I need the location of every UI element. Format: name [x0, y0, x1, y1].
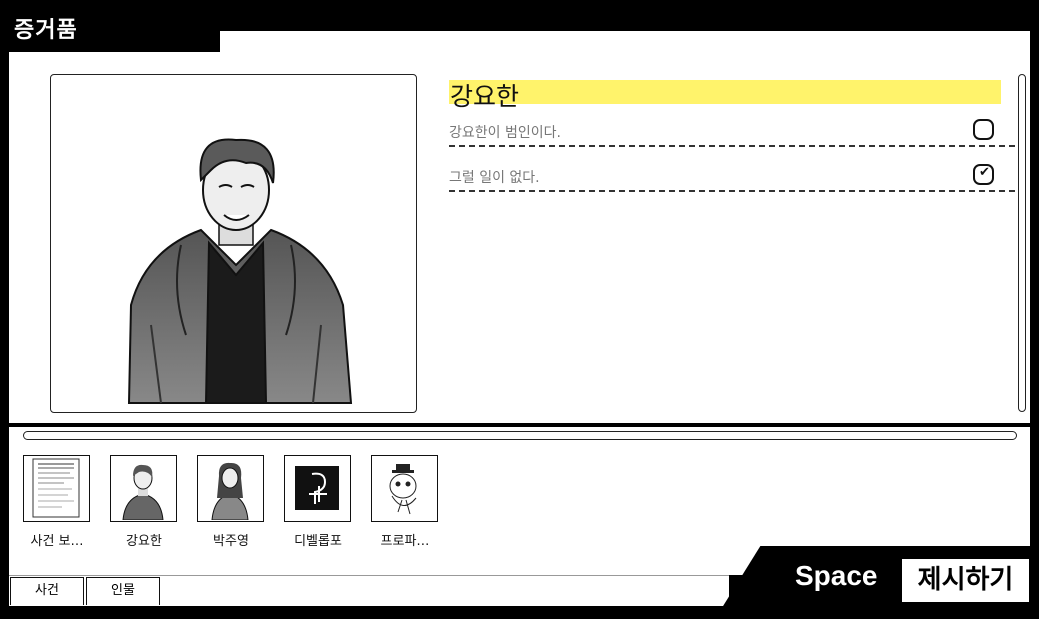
window-title: 증거품: [14, 18, 78, 43]
document-icon: [32, 458, 80, 518]
thumb-label: 강요한: [126, 534, 162, 549]
option-text: 그럴 일이 없다.: [449, 170, 540, 186]
option-row[interactable]: 강요한이 범인이다.: [449, 117, 1015, 147]
thumb-develop4[interactable]: [284, 455, 351, 522]
present-button[interactable]: 제시하기: [902, 559, 1029, 602]
thumb-label: 프로파…: [380, 534, 430, 549]
person-man-icon: [122, 464, 164, 521]
option-checkbox-unchecked[interactable]: [973, 119, 994, 140]
person-woman-icon: [211, 462, 249, 521]
mascot-icon: [389, 464, 417, 515]
logo-icon: [295, 466, 339, 510]
thumb-label: 사건 보…: [30, 534, 84, 549]
thumb-label: 디벨롭포: [294, 534, 342, 549]
option-checkbox-checked[interactable]: ✔: [973, 164, 994, 185]
checkmark-icon: ✔: [979, 165, 990, 180]
thumb-person-park[interactable]: [197, 455, 264, 522]
thumb-profiler[interactable]: [371, 455, 438, 522]
option-text: 강요한이 범인이다.: [449, 125, 561, 141]
portrait-illustration: [127, 138, 353, 404]
evidence-portrait: [50, 74, 417, 413]
vertical-scrollbar[interactable]: [1018, 74, 1026, 412]
evidence-name: 강요한: [450, 82, 520, 111]
title-tab-slant: [170, 31, 210, 52]
name-highlight: [449, 80, 1001, 104]
horizontal-scrollbar[interactable]: [23, 431, 1017, 440]
thumb-case-report[interactable]: [23, 455, 90, 522]
tab-people[interactable]: 인물: [86, 577, 160, 605]
option-row[interactable]: 그럴 일이 없다. ✔: [449, 162, 1015, 192]
thumb-label: 박주영: [213, 534, 249, 549]
tab-case[interactable]: 사건: [10, 577, 84, 605]
space-key-hint: Space: [795, 560, 878, 591]
thumb-person-kang[interactable]: [110, 455, 177, 522]
